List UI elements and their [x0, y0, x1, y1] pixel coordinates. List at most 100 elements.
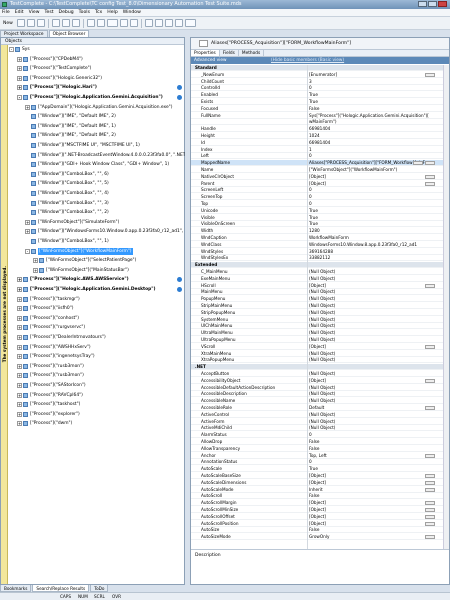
ellipsis-button[interactable] [425, 283, 435, 288]
menu-help[interactable]: Help [107, 10, 117, 15]
property-value[interactable]: False [309, 527, 429, 532]
tree-item[interactable]: ["Window"]("IME", "Default IME", 2) [25, 113, 116, 120]
property-row[interactable]: AutoSize False [191, 527, 449, 534]
expand-icon[interactable]: + [17, 85, 22, 91]
property-value[interactable]: True [309, 208, 429, 213]
property-row[interactable]: StripPopupMenu (Null Object) [191, 310, 449, 316]
property-value[interactable]: GrowOnly [309, 534, 429, 539]
property-value[interactable]: (Null Object) [309, 391, 429, 396]
ellipsis-button[interactable] [425, 508, 435, 512]
property-row[interactable]: AllowTransparency False [191, 446, 449, 452]
tree-item[interactable]: + ["Process"]("AWSHHxServ") [17, 344, 91, 351]
expand-icon[interactable]: + [17, 325, 22, 331]
property-value[interactable]: (Null Object) [309, 317, 429, 322]
property-row[interactable]: MainMenu (Null Object) [191, 289, 449, 296]
property-value[interactable]: (Null Object) [309, 351, 429, 356]
menu-tcx[interactable]: Tcx [95, 10, 102, 15]
expand-icon[interactable]: + [17, 392, 22, 398]
record-icon[interactable] [144, 19, 153, 27]
tab-methods[interactable]: Methods [239, 50, 265, 56]
copy-icon[interactable] [61, 19, 70, 27]
property-row[interactable]: UIChMainMenu (Null Object) [191, 323, 449, 330]
menu-file[interactable]: File [2, 10, 10, 15]
property-value[interactable]: (Null Object) [309, 276, 429, 281]
tree-item[interactable]: + ["Process"]("rurgvservc") [17, 324, 85, 331]
basic-view-link[interactable]: (Hide basic members (Basic view) [271, 57, 344, 64]
property-row[interactable]: AutoScaleBaseSize [Object] [191, 473, 449, 479]
property-value[interactable]: 33882112 [309, 255, 429, 260]
property-row[interactable]: WndStyles 369164288 [191, 249, 449, 255]
property-row[interactable]: ChildCount 3 [191, 79, 449, 85]
property-value[interactable]: [Object] [309, 473, 429, 478]
maximize-icon[interactable] [428, 1, 437, 7]
property-value[interactable]: 3 [309, 79, 429, 84]
tree-item[interactable]: ["Window"]("MSCTFIME UI", "MSCTFIME UI",… [25, 142, 140, 149]
expand-icon[interactable]: + [17, 296, 22, 302]
expand-icon[interactable]: + [33, 258, 38, 264]
property-value[interactable]: 0 [309, 187, 429, 192]
property-value[interactable]: Aliases["PROCESS_Acquisition"]["FORM_Wor… [309, 160, 429, 165]
property-row[interactable]: AccessibleDescription (Null Object) [191, 391, 449, 398]
property-value[interactable]: (Null Object) [309, 303, 429, 308]
find-icon[interactable] [164, 19, 173, 27]
ellipsis-button[interactable] [425, 72, 435, 77]
property-value[interactable]: [Object] [309, 507, 429, 512]
property-value[interactable]: (Null Object) [309, 398, 429, 403]
options-icon[interactable] [174, 19, 183, 27]
property-row[interactable]: ScreenTop 0 [191, 194, 449, 201]
property-value[interactable]: [Object] [309, 521, 429, 526]
property-row[interactable]: AccessibleDefaultActionDescription (Null … [191, 385, 449, 391]
expand-icon[interactable]: + [17, 306, 22, 312]
property-row[interactable]: Handle 66981404 [191, 126, 449, 133]
tab-project-workspace[interactable]: Project Workspace [0, 30, 48, 37]
menu-debug[interactable]: Debug [59, 10, 74, 15]
tree-item[interactable]: + ["Process"]("dwm") [17, 420, 72, 427]
ellipsis-button[interactable] [425, 378, 435, 383]
tree-item[interactable]: + ["Process"]("DealerIntrnovatours") [17, 334, 106, 341]
property-row[interactable]: XtraPopupMenu (Null Object) [191, 357, 449, 364]
property-value[interactable]: 0 [309, 459, 429, 464]
property-value[interactable]: [Object] [309, 174, 429, 179]
property-value[interactable]: True [309, 99, 429, 104]
property-value[interactable]: 1280 [309, 228, 429, 233]
property-row[interactable]: ActiveMdiChild (Null Object) [191, 425, 449, 432]
property-category[interactable]: Standard [191, 65, 449, 71]
property-value[interactable]: True [309, 221, 429, 226]
property-row[interactable]: Name ["WinFormsObject"]("WorkflowMainForm… [191, 167, 449, 173]
property-row[interactable]: AutoScrollMargin [Object] [191, 500, 449, 507]
property-row[interactable]: Enabled True [191, 92, 449, 99]
property-row[interactable]: MappedName Aliases["PROCESS_Acquisition"]… [191, 160, 449, 167]
property-row[interactable]: VScroll [Object] [191, 344, 449, 350]
property-row[interactable]: WndClass WindowsForms10.Window.8.app.0.23… [191, 242, 449, 248]
property-row[interactable]: SystemMenu (Null Object) [191, 317, 449, 323]
property-value[interactable]: Default [309, 405, 429, 410]
property-row[interactable]: AnnotationStatus 0 [191, 459, 449, 466]
close-icon[interactable] [438, 1, 447, 7]
expand-icon[interactable]: + [17, 354, 22, 360]
undo-icon[interactable] [86, 19, 95, 27]
redo-icon[interactable] [96, 19, 105, 27]
property-value[interactable]: 1 [309, 147, 429, 152]
property-row[interactable]: AutoScaleMode Inherit [191, 487, 449, 493]
expand-icon[interactable]: + [17, 287, 22, 292]
property-value[interactable]: [Object] [309, 514, 429, 519]
object-tree[interactable]: - Sys + ["Process"]("CPDebM4") + ["Process"](… [9, 46, 185, 584]
property-value[interactable]: False [309, 446, 429, 451]
property-value[interactable]: True [309, 92, 429, 97]
expand-icon[interactable]: + [17, 56, 22, 62]
property-value[interactable]: 0 [309, 432, 429, 437]
property-value[interactable]: WindowsForms10.Window.8.app.0.23f3fa0_r1… [309, 242, 429, 247]
menu-window[interactable]: Window [123, 10, 141, 15]
property-value[interactable]: 1024 [309, 133, 429, 138]
property-value[interactable]: [Enumerator] [309, 72, 429, 77]
property-value[interactable]: (Null Object) [309, 310, 429, 315]
property-value[interactable]: (Null Object) [309, 419, 429, 424]
ellipsis-button[interactable] [425, 514, 435, 519]
property-grid[interactable]: Standard _NewEnum [Enumerator] ChildCount 3 C… [191, 65, 449, 549]
property-value[interactable]: (Null Object) [309, 269, 429, 274]
property-row[interactable]: AccessibleName (Null Object) [191, 398, 449, 405]
property-row[interactable]: AutoScrollPosition [Object] [191, 521, 449, 527]
tree-item[interactable]: - ["WinFormsObject"]("WorkflowMainForm") [25, 247, 133, 255]
property-row[interactable]: Visible True [191, 215, 449, 221]
tab-search-replace-results[interactable]: Search/Replace Results [32, 585, 90, 592]
